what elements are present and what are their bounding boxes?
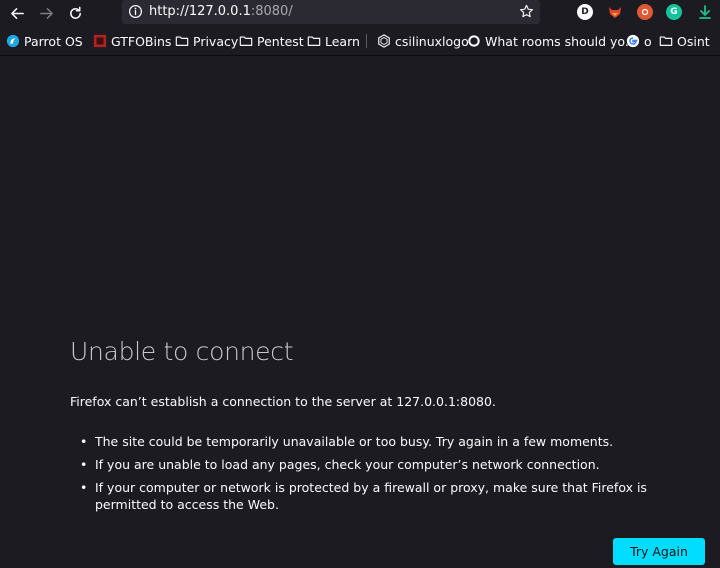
list-item: If your computer or network is protected… <box>80 479 710 513</box>
gtfobins-icon <box>93 34 107 48</box>
bookmark-label: Osint <box>677 33 710 49</box>
bookmark-label: What rooms should yo... <box>485 33 637 49</box>
bookmark-label: o <box>644 33 652 49</box>
folder-icon <box>239 34 253 48</box>
bookmarks-separator <box>366 34 367 48</box>
folder-icon <box>175 34 189 48</box>
error-title: Unable to connect <box>70 337 294 366</box>
extension-d-label: D <box>581 7 589 17</box>
reload-button[interactable] <box>64 3 86 23</box>
error-description: Firefox can’t establish a connection to … <box>70 394 496 409</box>
parrot-icon <box>6 34 20 48</box>
circle-icon <box>467 34 481 48</box>
folder-icon <box>659 34 673 48</box>
arrow-left-icon <box>10 7 24 19</box>
try-again-button[interactable]: Try Again <box>613 538 705 565</box>
download-icon <box>699 5 711 19</box>
bookmark-label: csilinuxlogo <box>395 33 469 49</box>
error-suggestions-list: The site could be temporarily unavailabl… <box>80 433 710 519</box>
forward-button[interactable] <box>35 3 57 23</box>
bookmark-csilinuxlogo[interactable]: csilinuxlogo <box>377 29 469 53</box>
bookmark-folder-pentest[interactable]: Pentest <box>239 29 304 53</box>
bookmark-folder-privacy[interactable]: Privacy <box>175 29 238 53</box>
url-port-path: :8080/ <box>250 4 293 19</box>
bookmark-what-rooms[interactable]: What rooms should yo... <box>467 29 637 53</box>
extension-fox-icon[interactable] <box>607 4 623 20</box>
url-host: http://127.0.0.1 <box>149 4 251 19</box>
back-button[interactable] <box>6 3 28 23</box>
list-item: If you are unable to load any pages, che… <box>80 456 710 473</box>
bookmark-google[interactable]: o <box>626 29 652 53</box>
bookmark-label: Privacy <box>193 33 239 49</box>
csi-icon <box>377 34 391 48</box>
extension-d-icon[interactable]: D <box>577 4 593 20</box>
bookmark-label: Parrot OS <box>24 33 83 49</box>
url-bar[interactable]: http://127.0.0.1:8080/ <box>122 0 540 24</box>
extension-duckduckgo-icon[interactable] <box>637 4 653 20</box>
bookmark-gtfobins[interactable]: GTFOBins <box>93 29 171 53</box>
extension-g-label: G <box>670 7 678 17</box>
list-item: The site could be temporarily unavailabl… <box>80 433 710 450</box>
bookmark-folder-osint[interactable]: Osint <box>659 29 710 53</box>
star-icon[interactable] <box>519 4 534 19</box>
bookmark-folder-learn[interactable]: Learn <box>307 29 360 53</box>
url-text[interactable]: http://127.0.0.1:8080/ <box>149 4 293 19</box>
navigation-toolbar: http://127.0.0.1:8080/ D G <box>0 0 720 27</box>
bookmarks-toolbar: Parrot OS GTFOBins Privacy Pentest Learn… <box>0 29 720 53</box>
arrow-right-icon <box>39 7 53 19</box>
bookmark-label: GTFOBins <box>111 33 172 49</box>
extension-grammarly-icon[interactable]: G <box>666 4 682 20</box>
fox-icon <box>609 7 621 18</box>
bookmark-label: Pentest <box>257 33 304 49</box>
reload-icon <box>69 6 81 19</box>
duck-icon <box>641 8 649 16</box>
folder-icon <box>307 34 321 48</box>
content-divider <box>0 55 720 56</box>
bookmark-parrot-os[interactable]: Parrot OS <box>6 29 83 53</box>
google-icon <box>626 34 640 48</box>
extension-download-icon[interactable] <box>697 4 713 20</box>
bookmark-label: Learn <box>325 33 360 49</box>
info-icon[interactable] <box>128 4 143 19</box>
